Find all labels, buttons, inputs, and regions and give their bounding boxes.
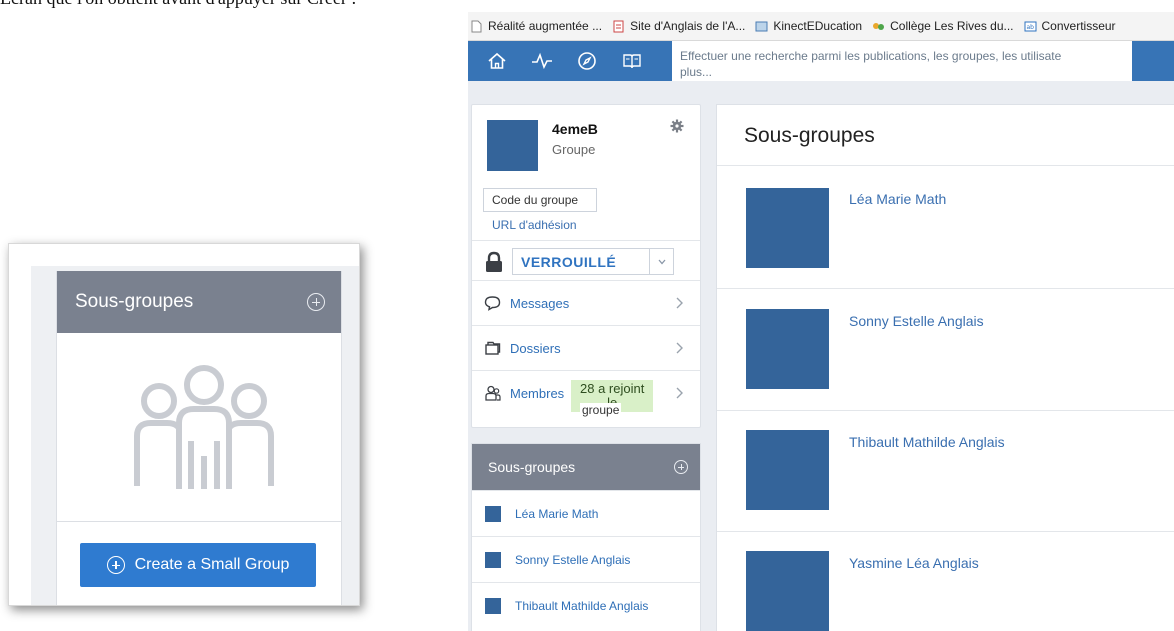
subgroup-list-item[interactable]: Sonny Estelle Anglais [472,536,700,582]
inset-subgroups-title: Sous-groupes [75,291,194,312]
subgroups-panel-title: Sous-groupes [488,459,576,475]
school-icon [873,22,885,30]
subgroups-panel-header: Sous-groupes [472,444,700,490]
lock-icon [486,251,502,272]
activity-icon[interactable] [530,50,553,73]
add-subgroup-icon[interactable] [674,460,688,474]
subgroup-color-square [485,551,501,568]
lock-status-select[interactable]: VERROUILLÉ [512,248,674,275]
group-code-button[interactable]: Code du groupe [483,188,597,212]
browser-screenshot: Réalité augmentée ... Site d'Anglais de … [468,12,1174,631]
menu-item-dossiers[interactable]: Dossiers [472,325,700,370]
subgroup-list-label: Thibault Mathilde Anglais [515,598,649,613]
compass-icon[interactable] [575,50,598,73]
bookmark-site-anglais[interactable]: Site d'Anglais de l'A... [612,19,745,33]
create-small-group-label: Create a Small Group [134,556,290,573]
group-info-card: 4emeB Groupe Code du groupe URL d'adhési… [471,104,701,428]
kinect-icon [755,21,768,31]
lock-status-value: VERROUILLÉ [521,253,617,270]
divider [717,288,1174,289]
menu-item-messages[interactable]: Messages [472,280,700,325]
search-placeholder: Effectuer une recherche parmi les public… [680,49,1062,63]
plus-circle-icon [106,556,125,574]
document-icon [613,20,624,32]
group-type: Groupe [552,142,596,157]
subgroup-link[interactable]: Thibault Mathilde Anglais [849,434,1005,450]
menu-item-label: Dossiers [510,340,561,356]
page-title: Sous-groupes [744,124,875,147]
subgroup-link[interactable]: Sonny Estelle Anglais [849,313,984,329]
join-url-link[interactable]: URL d'adhésion [492,218,577,232]
main-subgroups-list: Sous-groupes Léa Marie Math Sonny Estell… [716,104,1174,631]
group-avatar [487,120,538,171]
subgroup-color-square [485,505,501,522]
subgroup-thumbnail[interactable] [746,188,829,268]
bookmark-convertisseur[interactable]: ab Convertisseur [1024,19,1116,33]
lock-row: VERROUILLÉ [472,240,700,280]
gear-icon[interactable] [670,119,684,133]
chevron-right-icon [676,297,683,309]
page-icon [471,20,482,32]
chevron-right-icon [676,387,683,399]
subgroup-thumbnail[interactable] [746,551,829,631]
menu-item-membres[interactable]: Membres 28 a rejoint le groupe [472,370,700,417]
subgroup-link[interactable]: Léa Marie Math [849,191,946,207]
bookmark-label: Convertisseur [1041,19,1116,33]
divider [717,165,1174,166]
subgroup-list-label: Sonny Estelle Anglais [515,552,631,567]
bookmark-realite[interactable]: Réalité augmentée ... [470,19,602,33]
joined-count-badge-tail: groupe [580,403,622,417]
inset-subgroups-header: Sous-groupes [57,271,341,333]
add-subgroup-icon[interactable] [307,293,325,311]
folders-icon [483,339,501,357]
divider [717,410,1174,411]
menu-item-label: Membres [510,385,565,401]
bookmark-kinect[interactable]: KinectEDucation [755,19,862,33]
bookmark-label: Réalité augmentée ... [488,19,603,33]
subgroup-list-item[interactable]: Léa Marie Math [472,490,700,536]
divider [717,531,1174,532]
document-caption: Écran que l'on obtient avant d'appuyer s… [0,0,470,8]
members-icon [483,384,501,402]
subgroup-thumbnail[interactable] [746,309,829,389]
subgroup-list-label: Léa Marie Math [515,506,599,521]
bookmark-label: KinectEDucation [773,19,863,33]
divider [57,521,341,522]
book-icon[interactable] [620,50,643,73]
chevron-right-icon [676,342,683,354]
bookmark-label: Site d'Anglais de l'A... [630,19,746,33]
speech-bubble-icon [483,294,501,312]
bookmark-label: Collège Les Rives du... [890,19,1014,33]
inset-subgroups-card: Sous-groupes Create a Small Group [56,271,342,605]
subgroup-thumbnail[interactable] [746,430,829,510]
create-small-group-button[interactable]: Create a Small Group [80,543,316,587]
people-group-icon [134,365,274,489]
search-input[interactable]: Effectuer une recherche parmi les public… [672,41,1132,81]
bookmarks-bar: Réalité augmentée ... Site d'Anglais de … [468,12,1174,41]
home-icon[interactable] [485,50,508,73]
subgroups-panel: Sous-groupes Léa Marie Math Sonny Estell… [471,443,701,631]
group-name: 4emeB [552,121,598,137]
subgroup-list-item[interactable]: Thibault Mathilde Anglais [472,582,700,628]
inset-screenshot: Sous-groupes Create a Small Group [8,243,360,606]
search-placeholder-continuation: plus... [680,65,713,79]
converter-icon: ab [1024,21,1037,31]
menu-item-label: Messages [510,295,570,311]
subgroup-link[interactable]: Yasmine Léa Anglais [849,555,979,571]
bookmark-college[interactable]: Collège Les Rives du... [872,19,1014,33]
svg-text:ab: ab [1026,24,1034,31]
chevron-down-icon [649,249,673,274]
top-navigation: Effectuer une recherche parmi les public… [468,41,1174,81]
subgroup-color-square [485,597,501,614]
